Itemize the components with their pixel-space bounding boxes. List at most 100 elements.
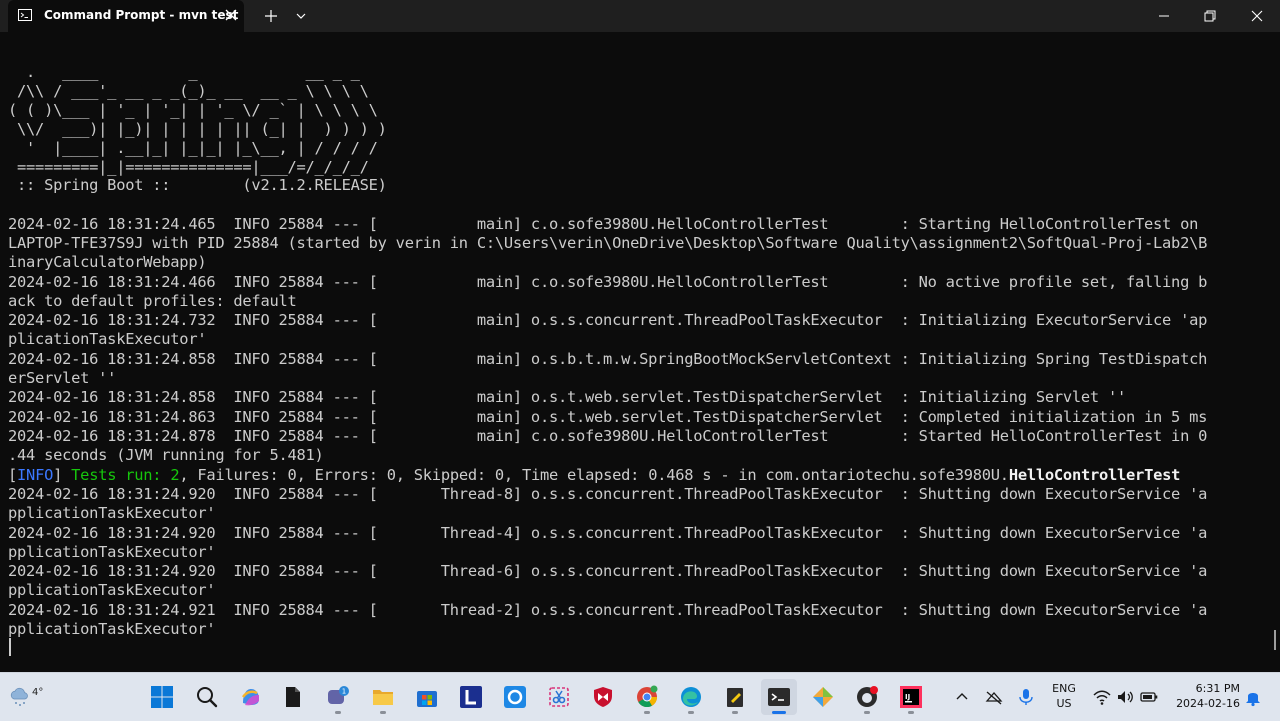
paint-button[interactable] [805, 679, 841, 715]
wifi-icon[interactable] [1092, 687, 1112, 707]
tab-title: Command Prompt - mvn test [44, 8, 239, 22]
microphone-icon[interactable] [1016, 687, 1036, 707]
mcafee-shield-icon [594, 687, 612, 707]
running-indicator [644, 711, 650, 714]
test-result-level: INFO [17, 466, 54, 484]
mcafee-button[interactable] [585, 679, 621, 715]
spring-boot-version: :: Spring Boot :: (v2.1.2.RELEASE) [8, 176, 387, 194]
terminal-output[interactable]: . ____ _ __ _ _ /\\ / ___'_ __ _ _(_)_ _… [0, 32, 1270, 672]
battery-icon[interactable] [1139, 687, 1159, 707]
paint-icon [813, 687, 833, 707]
log-line: 2024-02-16 18:31:24.465 INFO 25884 --- [… [8, 215, 1199, 233]
taskbar: 4° 1 IJ ENG US 6:31 PM 2024-02-16 [0, 672, 1280, 721]
log-line: 2024-02-16 18:31:24.858 INFO 25884 --- [… [8, 350, 1208, 368]
l-app-icon [460, 686, 482, 708]
log-line: pplicationTaskExecutor' [8, 581, 216, 599]
file-app-button[interactable] [275, 679, 311, 715]
log-line: 2024-02-16 18:31:24.921 INFO 25884 --- [… [8, 601, 1208, 619]
log-line: 2024-02-16 18:31:24.466 INFO 25884 --- [… [8, 273, 1208, 291]
test-class-name: HelloControllerTest [1008, 466, 1181, 484]
log-line: LAPTOP-TFE37S9J with PID 25884 (started … [8, 234, 1208, 252]
chat-app-button[interactable]: 1 [320, 679, 356, 715]
spring-banner-line: \\/ ___)| |_)| | | | | || (_| | ) ) ) ) [8, 120, 387, 138]
close-icon[interactable] [224, 8, 238, 22]
tab-command-prompt[interactable]: Command Prompt - mvn test [8, 0, 244, 32]
language-indicator[interactable]: ENG US [1044, 681, 1084, 711]
log-line: erServlet '' [8, 369, 117, 387]
start-icon [151, 686, 173, 708]
test-result-line: [INFO] Tests run: 2, Failures: 0, Errors… [8, 465, 1180, 485]
terminal-icon [768, 688, 790, 706]
scrollbar[interactable] [1270, 32, 1280, 672]
active-indicator [772, 711, 786, 714]
tests-run-count: Tests run: 2 [71, 466, 180, 484]
minimize-icon [1159, 15, 1169, 17]
log-line: 2024-02-16 18:31:24.858 INFO 25884 --- [… [8, 388, 1126, 406]
test-result-bracket: ] [53, 466, 72, 484]
edge-button[interactable] [673, 679, 709, 715]
chrome-button[interactable] [629, 679, 665, 715]
store-button[interactable] [409, 679, 445, 715]
restore-icon [1204, 10, 1216, 22]
scrollbar-thumb[interactable] [1274, 630, 1276, 650]
volume-icon[interactable] [1115, 687, 1135, 707]
clock-date: 2024-02-16 [1176, 697, 1240, 710]
spring-banner-line: ( ( )\___ | '_ | '_| | '_ \/ _` | \ \ \ … [8, 101, 378, 119]
test-result-bracket: [ [8, 466, 18, 484]
o-app-icon [504, 686, 526, 708]
log-line: inaryCalculatorWebapp) [8, 253, 207, 271]
terminal-button[interactable] [761, 679, 797, 715]
search-icon [197, 687, 218, 708]
file-explorer-button[interactable] [365, 679, 401, 715]
plus-icon[interactable] [264, 9, 278, 23]
chevron-up-icon[interactable] [952, 687, 972, 707]
intellij-button[interactable]: IJ [893, 679, 929, 715]
weather-widget[interactable]: 4° [6, 679, 46, 715]
restore-button[interactable] [1187, 0, 1233, 32]
notepad-button[interactable] [717, 679, 753, 715]
log-line: pplicationTaskExecutor' [8, 620, 216, 638]
close-icon [1251, 10, 1263, 22]
running-indicator [908, 711, 914, 714]
svg-text:1: 1 [342, 688, 346, 696]
spring-banner-line: ' |____| .__|_| |_|_| |_\__, | / / / / [8, 139, 378, 157]
snow-cloud-icon [10, 687, 28, 706]
log-line: 2024-02-16 18:31:24.920 INFO 25884 --- [… [8, 485, 1208, 503]
text-cursor [9, 638, 11, 656]
github-button[interactable] [849, 679, 885, 715]
search-button[interactable] [189, 679, 225, 715]
log-line: pplicationTaskExecutor' [8, 504, 216, 522]
clock[interactable]: 6:31 PM 2024-02-16 [1168, 681, 1240, 711]
clock-time: 6:31 PM [1195, 682, 1240, 695]
log-line: 2024-02-16 18:31:24.878 INFO 25884 --- [… [8, 427, 1208, 445]
network-icon[interactable] [984, 687, 1004, 707]
language-code: ENG [1052, 682, 1076, 695]
file-icon [286, 687, 300, 707]
notification-bell-icon[interactable] [1243, 687, 1263, 707]
minimize-button[interactable] [1141, 0, 1187, 32]
github-icon [857, 686, 878, 707]
chevron-down-icon[interactable] [296, 11, 306, 21]
store-icon [417, 691, 437, 707]
chat-icon: 1 [328, 686, 349, 704]
running-indicator [732, 711, 738, 714]
spring-banner-line: /\\ / ___'_ __ _ _(_)_ __ __ _ \ \ \ \ [8, 82, 369, 100]
snipping-tool-icon [549, 687, 569, 707]
spring-banner-line: . ____ _ __ _ _ [8, 63, 360, 81]
log-line: 2024-02-16 18:31:24.863 INFO 25884 --- [… [8, 408, 1208, 426]
snipping-tool-button[interactable] [541, 679, 577, 715]
close-window-button[interactable] [1234, 0, 1280, 32]
l-app-button[interactable] [453, 679, 489, 715]
running-indicator [864, 711, 870, 714]
log-line: .44 seconds (JVM running for 5.481) [8, 446, 324, 464]
folder-icon [373, 690, 393, 705]
start-button[interactable] [144, 679, 180, 715]
copilot-button[interactable] [233, 679, 269, 715]
log-line: 2024-02-16 18:31:24.920 INFO 25884 --- [… [8, 562, 1208, 580]
o-app-button[interactable] [497, 679, 533, 715]
log-line: 2024-02-16 18:31:24.732 INFO 25884 --- [… [8, 311, 1208, 329]
weather-temperature: 4° [32, 687, 44, 698]
copilot-icon [241, 689, 259, 706]
running-indicator [335, 711, 341, 714]
log-line: 2024-02-16 18:31:24.920 INFO 25884 --- [… [8, 524, 1208, 542]
